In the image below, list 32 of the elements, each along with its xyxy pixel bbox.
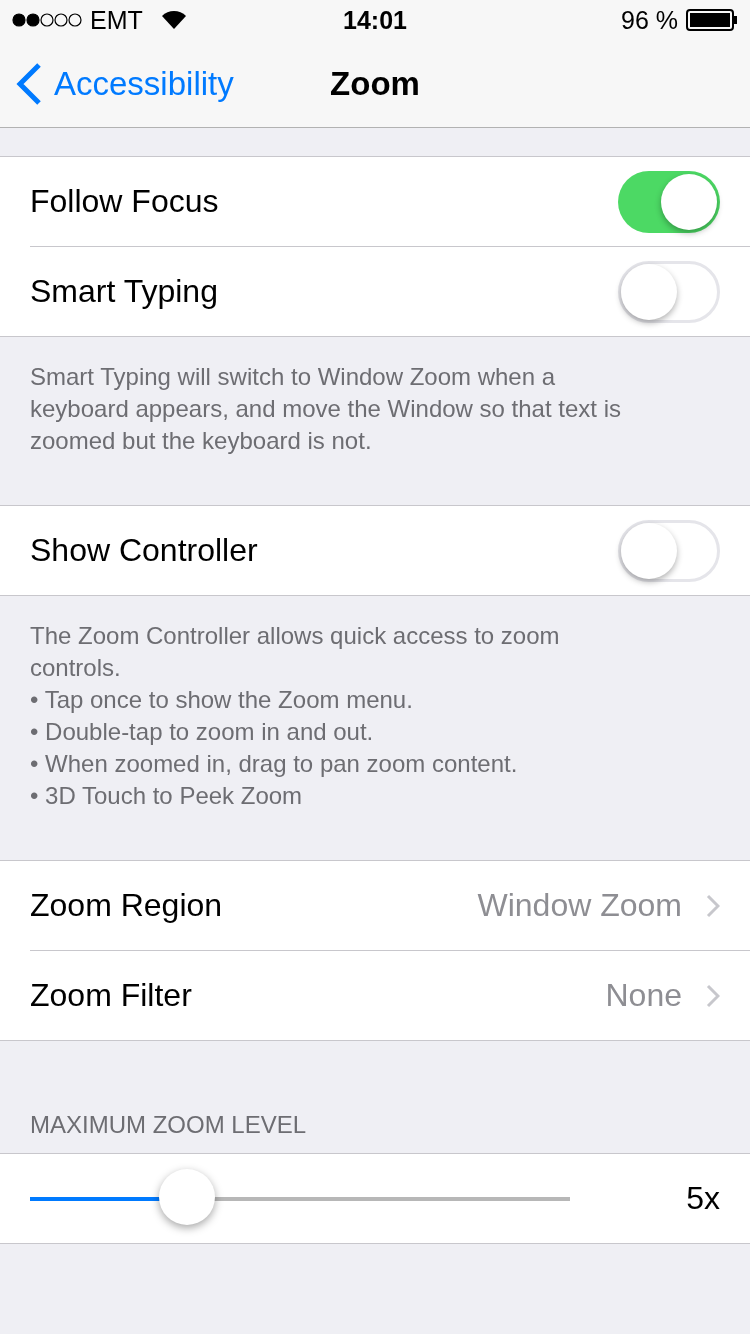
disclosure-row[interactable]: Zoom Region Window Zoom bbox=[30, 861, 750, 950]
setting-label: Zoom Region bbox=[30, 887, 224, 924]
back-button[interactable]: Accessibility bbox=[0, 62, 234, 105]
slider-value: 5x bbox=[686, 1180, 720, 1217]
battery-percent: 96 % bbox=[621, 5, 678, 35]
footer-text: • Double-tap to zoom in and out. bbox=[30, 717, 375, 747]
chevron-right-icon bbox=[706, 893, 720, 918]
setting-label: Follow Focus bbox=[30, 183, 220, 220]
footer-text: • When zoomed in, drag to pan zoom content. bbox=[30, 749, 519, 779]
footer-text: The Zoom Controller allows quick access to zoom controls. bbox=[30, 621, 561, 683]
chevron-left-icon bbox=[16, 62, 42, 105]
footer-text: Smart Typing will switch to Window Zoom when a keyboard appears, and move the Window so that text is zoomed but the keyboard is not. bbox=[30, 362, 622, 456]
setting-value: Window Zoom bbox=[477, 887, 682, 924]
setting-label: Smart Typing bbox=[30, 273, 219, 310]
disclosure-row[interactable]: Zoom Filter None bbox=[30, 950, 750, 1040]
footer-text: • Tap once to show the Zoom menu. bbox=[30, 685, 414, 715]
chevron-right-icon bbox=[706, 983, 720, 1008]
setting-value: None bbox=[605, 977, 682, 1014]
carrier-name: EMT bbox=[90, 5, 143, 35]
signal-icon bbox=[12, 13, 82, 27]
setting-label: Zoom Filter bbox=[30, 977, 193, 1014]
nav-title: Zoom bbox=[330, 64, 420, 103]
footer-text: • 3D Touch to Peek Zoom bbox=[30, 781, 304, 811]
setting-label: Show Controller bbox=[30, 532, 259, 569]
wifi-icon bbox=[160, 10, 187, 30]
toggle-switch[interactable] bbox=[618, 260, 720, 323]
slider-thumb[interactable] bbox=[158, 1168, 215, 1225]
toggle-switch[interactable] bbox=[618, 519, 720, 582]
section-header: MAXIMUM ZOOM LEVEL bbox=[29, 1110, 308, 1140]
clock-time: 14:01 bbox=[343, 5, 407, 35]
toggle-switch[interactable] bbox=[618, 170, 720, 233]
battery-icon bbox=[686, 9, 738, 31]
